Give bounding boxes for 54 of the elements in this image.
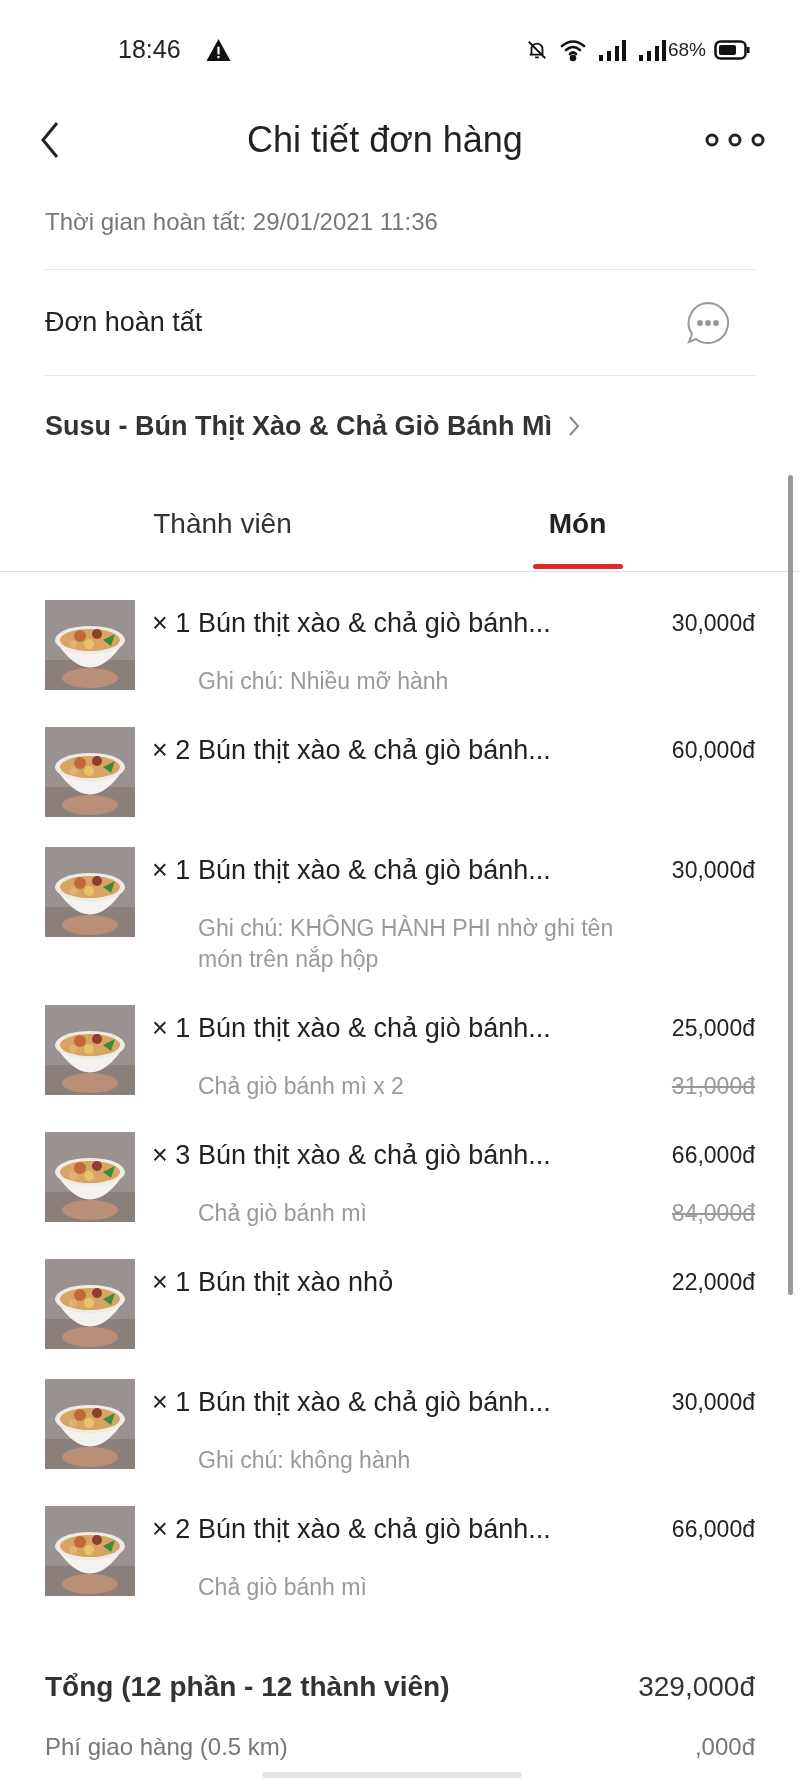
item-name: Bún thịt xào & chả giò bánh... [198,733,551,767]
signal-icon [637,38,666,62]
muted-bell-icon [525,39,548,61]
original-price: 31,000đ [671,1072,755,1101]
total-amount: 329,000đ [638,1670,755,1704]
item-quantity: × 1 [151,854,192,887]
signal-icon [597,38,626,62]
restaurant-link[interactable]: Susu - Bún Thịt Xào & Chả Giò Bánh Mì [45,376,580,476]
item-quantity: × 1 [151,1386,192,1419]
item-name: Bún thịt xào & chả giò bánh... [198,1385,551,1419]
item-name: Bún thịt xào & chả giò bánh... [198,1011,551,1045]
item-price: 30,000đ [671,1387,755,1417]
tab[interactable]: Thành viên [45,476,400,571]
item-note: Ghi chú: Nhiều mỡ hành [198,667,449,696]
item-price: 22,000đ [671,1267,755,1297]
more-icon [705,133,765,147]
item-quantity: × 1 [151,1012,192,1045]
order-status: Đơn hoàn tất [45,306,203,340]
total-label: Tổng (12 phần - 12 thành viên) [45,1670,450,1704]
tab[interactable]: Món [400,476,755,571]
item-quantity: × 2 [151,1513,192,1546]
back-icon [40,120,60,160]
item-note: Chả giò bánh mì [198,1199,367,1228]
item-note: Ghi chú: KHÔNG HÀNH PHI nhờ ghi tên món trên nắp hộp [198,913,615,974]
chat-icon [685,299,731,346]
warning-icon [204,38,232,62]
delivery-fee: ,000đ [694,1732,755,1762]
item-name: Bún thịt xào & chả giò bánh... [198,1512,551,1546]
item-name: Bún thịt xào nhỏ [198,1265,394,1299]
delivery-fee-label: Phí giao hàng (0.5 km) [45,1732,288,1762]
item-quantity: × 1 [151,607,192,640]
status-time: 18:46 [118,34,181,66]
item-note: Chả giò bánh mì [198,1573,367,1602]
item-note: Chả giò bánh mì x 2 [198,1072,404,1101]
item-price: 66,000đ [671,1514,755,1544]
chevron-right-icon [568,415,580,437]
item-name: Bún thịt xào & chả giò bánh... [198,606,551,640]
item-price: 30,000đ [671,855,755,885]
item-note: Ghi chú: không hành [198,1446,411,1475]
item-price: 66,000đ [671,1140,755,1170]
item-price: 60,000đ [671,735,755,765]
item-quantity: × 2 [151,734,192,767]
original-price: 84,000đ [671,1199,755,1228]
page-title: Chi tiết đơn hàng [247,118,523,162]
item-quantity: × 1 [151,1266,192,1299]
item-name: Bún thịt xào & chả giò bánh... [198,1138,551,1172]
item-price: 25,000đ [671,1013,755,1043]
completed-time: Thời gian hoàn tất: 29/01/2021 11:36 [45,206,438,237]
item-quantity: × 3 [151,1139,192,1172]
battery-icon [714,40,750,60]
battery-percent: 68% [667,37,706,62]
wifi-icon [559,38,588,62]
item-name: Bún thịt xào & chả giò bánh... [198,853,551,887]
item-price: 30,000đ [671,608,755,638]
